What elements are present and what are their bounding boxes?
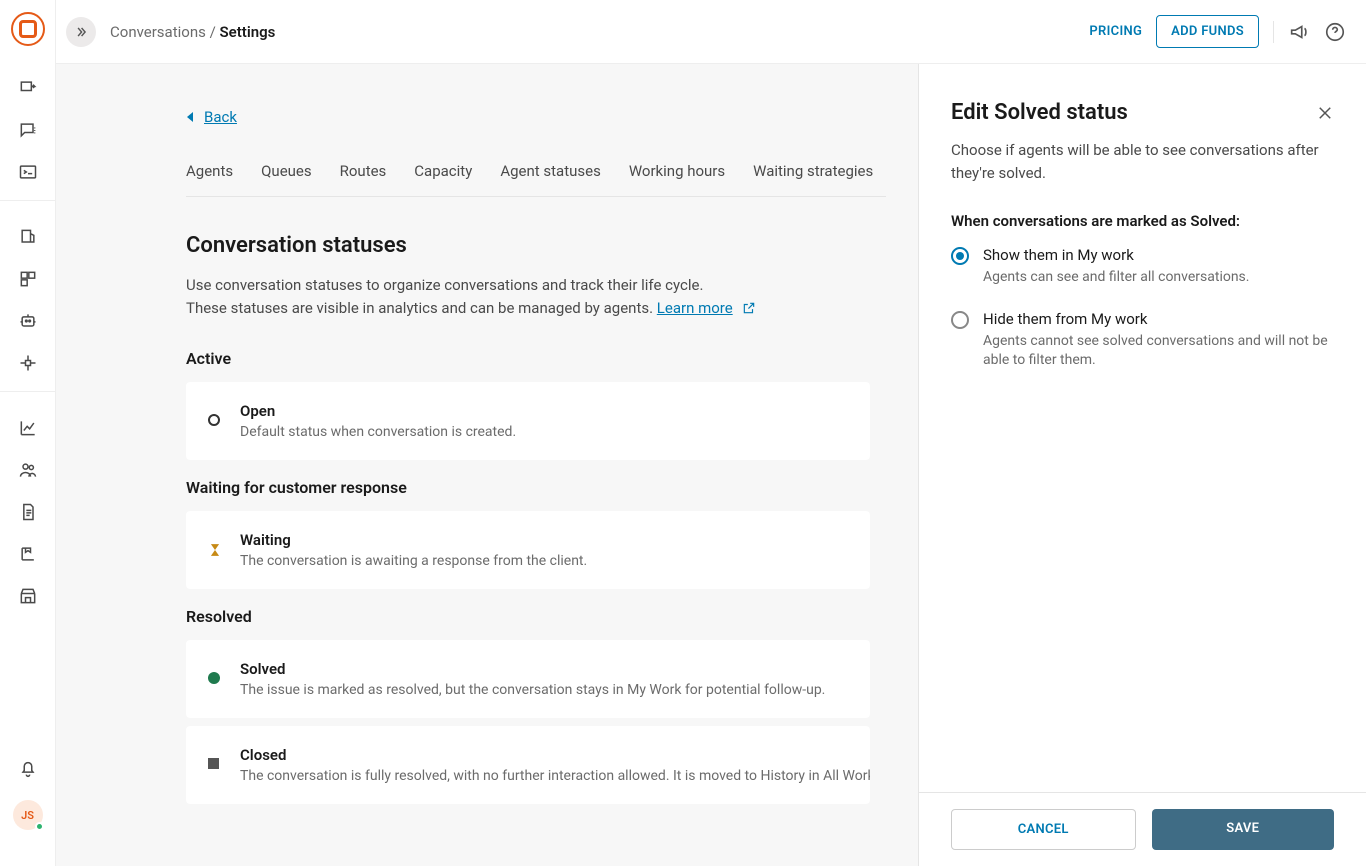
- close-panel-button[interactable]: [1316, 104, 1334, 122]
- status-card-solved[interactable]: Solved The issue is marked as resolved, …: [186, 640, 870, 718]
- tab-routes[interactable]: Routes: [340, 154, 387, 196]
- tab-capacity[interactable]: Capacity: [414, 154, 472, 196]
- tab-agents[interactable]: Agents: [186, 154, 233, 196]
- group-title-waiting: Waiting for customer response: [186, 478, 870, 497]
- open-status-icon: [208, 414, 222, 428]
- chat-icon[interactable]: [18, 120, 38, 140]
- panel-subhead: When conversations are marked as Solved:: [951, 212, 1334, 230]
- back-link[interactable]: Back: [186, 108, 237, 126]
- settings-tabs: Agents Queues Routes Capacity Agent stat…: [186, 154, 886, 197]
- breadcrumb-current: Settings: [220, 23, 276, 41]
- tab-queues[interactable]: Queues: [261, 154, 312, 196]
- avatar-initials: JS: [21, 809, 34, 822]
- back-label: Back: [204, 108, 237, 126]
- status-card-waiting[interactable]: Waiting The conversation is awaiting a r…: [186, 511, 870, 589]
- presence-dot-icon: [35, 822, 44, 831]
- analytics-icon[interactable]: [18, 418, 38, 438]
- radio-label: Show them in My work: [983, 246, 1249, 264]
- edit-status-panel: Edit Solved status Choose if agents will…: [918, 64, 1366, 866]
- user-avatar[interactable]: JS: [13, 800, 43, 830]
- status-card-closed[interactable]: Closed The conversation is fully resolve…: [186, 726, 870, 804]
- status-name: Solved: [240, 660, 825, 678]
- terminal-icon[interactable]: [18, 162, 38, 182]
- bot-icon[interactable]: [18, 311, 38, 331]
- flow-icon[interactable]: [18, 353, 38, 373]
- breadcrumb-parent[interactable]: Conversations: [110, 23, 206, 41]
- templates-icon[interactable]: [18, 269, 38, 289]
- breadcrumb: Conversations / Settings: [110, 23, 275, 41]
- store-icon[interactable]: [18, 586, 38, 606]
- status-desc: The issue is marked as resolved, but the…: [240, 682, 825, 698]
- save-button[interactable]: SAVE: [1152, 809, 1335, 850]
- app-logo-icon[interactable]: [11, 12, 45, 46]
- page-description: Use conversation statuses to organize co…: [186, 274, 870, 321]
- panel-title: Edit Solved status: [951, 100, 1128, 125]
- status-name: Open: [240, 402, 516, 420]
- bookmark-icon[interactable]: [18, 544, 38, 564]
- topbar: Conversations / Settings PRICING ADD FUN…: [56, 0, 1366, 64]
- tab-working-hours[interactable]: Working hours: [629, 154, 725, 196]
- tab-waiting-strategies[interactable]: Waiting strategies: [753, 154, 873, 196]
- solved-status-icon: [208, 672, 222, 686]
- status-name: Closed: [240, 746, 870, 764]
- panel-description: Choose if agents will be able to see con…: [951, 139, 1334, 184]
- learn-more-link[interactable]: Learn more: [657, 299, 733, 317]
- people-icon[interactable]: [18, 460, 38, 480]
- status-desc: Default status when conversation is crea…: [240, 424, 516, 440]
- expand-sidebar-button[interactable]: [66, 17, 96, 47]
- status-desc: The conversation is awaiting a response …: [240, 553, 587, 569]
- radio-option-show[interactable]: Show them in My work Agents can see and …: [951, 246, 1334, 288]
- pricing-link[interactable]: PRICING: [1089, 24, 1142, 39]
- radio-icon: [951, 247, 969, 265]
- outbound-icon[interactable]: [18, 78, 38, 98]
- add-funds-button[interactable]: ADD FUNDS: [1156, 15, 1259, 48]
- announcement-icon[interactable]: [1288, 21, 1310, 43]
- page-title: Conversation statuses: [186, 233, 870, 258]
- group-title-resolved: Resolved: [186, 607, 870, 626]
- help-icon[interactable]: [1324, 21, 1346, 43]
- radio-desc: Agents can see and filter all conversati…: [983, 268, 1249, 288]
- radio-option-hide[interactable]: Hide them from My work Agents cannot see…: [951, 310, 1334, 371]
- radio-desc: Agents cannot see solved conversations a…: [983, 332, 1334, 371]
- status-name: Waiting: [240, 531, 587, 549]
- radio-label: Hide them from My work: [983, 310, 1334, 328]
- status-card-open[interactable]: Open Default status when conversation is…: [186, 382, 870, 460]
- tab-agent-statuses[interactable]: Agent statuses: [500, 154, 601, 196]
- inbox-icon[interactable]: [18, 227, 38, 247]
- external-link-icon: [742, 299, 756, 322]
- doc-icon[interactable]: [18, 502, 38, 522]
- group-title-active: Active: [186, 349, 870, 368]
- bell-icon[interactable]: [18, 758, 38, 778]
- cancel-button[interactable]: CANCEL: [951, 809, 1136, 850]
- closed-status-icon: [208, 758, 222, 772]
- main-content: Back Agents Queues Routes Capacity Agent…: [56, 64, 918, 866]
- waiting-status-icon: [208, 543, 222, 557]
- nav-rail: JS: [0, 0, 56, 866]
- radio-icon: [951, 311, 969, 329]
- status-desc: The conversation is fully resolved, with…: [240, 768, 870, 784]
